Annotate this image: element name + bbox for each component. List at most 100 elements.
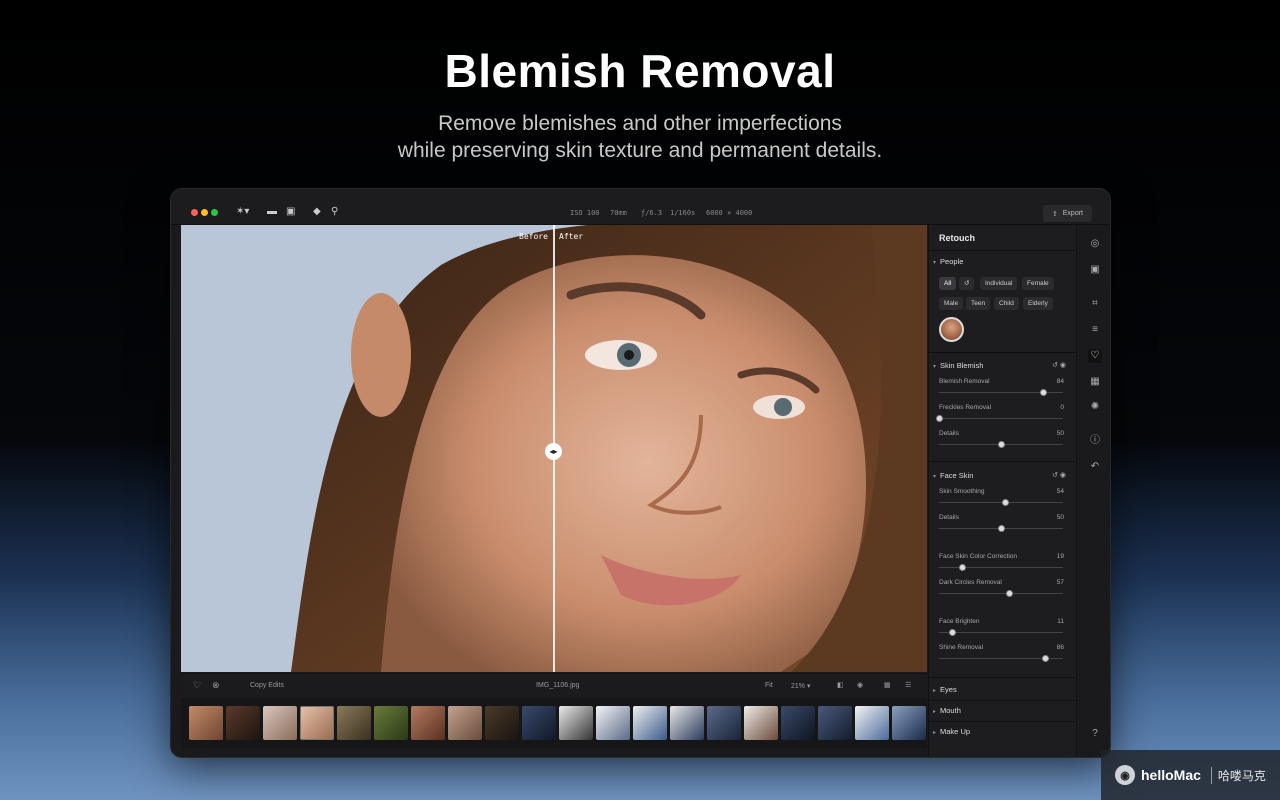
slider-knob-shine-removal[interactable] <box>1042 655 1050 662</box>
hero-title: Blemish Removal <box>444 45 836 97</box>
slider-value-blemish-removal: 84 <box>1056 378 1064 385</box>
thumbnail[interactable] <box>411 706 445 740</box>
thumbnail[interactable] <box>374 706 408 740</box>
gallery-icon[interactable]: ▣ <box>286 206 295 217</box>
thumbnail[interactable] <box>559 706 593 740</box>
slider-value-dark-circles-removal: 57 <box>1056 579 1064 586</box>
people-chip-teen[interactable]: Teen <box>966 297 991 310</box>
thumbnail[interactable] <box>448 706 482 740</box>
info-icon[interactable]: ⓘ <box>1088 434 1102 448</box>
section-people[interactable]: ▾ People <box>933 257 963 266</box>
thumbnail[interactable] <box>818 706 852 740</box>
reject-icon[interactable]: ⊗ <box>212 680 220 691</box>
section-eyes[interactable]: ▸ Eyes <box>933 685 957 694</box>
thumbnail[interactable] <box>263 706 297 740</box>
people-chip-child[interactable]: Child <box>994 297 1019 310</box>
thumbnail[interactable] <box>596 706 630 740</box>
skin-blemish-reset-visibility-icons[interactable]: ↺ ◉ <box>1052 361 1066 369</box>
preview-eye-icon[interactable]: ◉ <box>857 681 863 689</box>
layers-icon[interactable]: ◎ <box>1088 237 1102 251</box>
people-chip-individual[interactable]: Individual <box>980 277 1018 290</box>
people-chip-reset[interactable]: ↺ <box>959 277 975 290</box>
section-eyes-label: Eyes <box>940 685 957 694</box>
thumbnail[interactable] <box>485 706 519 740</box>
thumbnail[interactable] <box>855 706 889 740</box>
adjustments-icon[interactable]: ≡ <box>1088 323 1102 337</box>
sort-icon[interactable]: ☰ <box>905 681 911 689</box>
slider-track-dark-circles-removal[interactable] <box>939 593 1063 594</box>
thumbnail[interactable] <box>633 706 667 740</box>
slider-knob-blemish-removal[interactable] <box>1039 389 1047 396</box>
filename: IMG_1106.jpg <box>536 682 580 689</box>
section-make-up[interactable]: ▸ Make Up <box>933 727 970 736</box>
split-handle[interactable]: ◂▸ <box>545 443 562 460</box>
slider-track-face-brighten[interactable] <box>939 632 1063 633</box>
history-icon[interactable]: ↶ <box>1088 460 1102 474</box>
close-window-button[interactable] <box>191 209 198 216</box>
people-chip-male[interactable]: Male <box>939 297 964 310</box>
grid-icon[interactable]: ▦ <box>1088 375 1102 389</box>
help-icon[interactable]: ? <box>1088 727 1102 741</box>
thumbnail[interactable] <box>781 706 815 740</box>
slider-knob-face-skin-color-correction[interactable] <box>959 564 967 571</box>
slider-value-shine-removal: 86 <box>1056 644 1064 651</box>
meta-focal: 70mm <box>610 209 627 217</box>
photo-canvas[interactable]: Before After ◂▸ <box>181 225 927 672</box>
tool-rail: ◎ ▣ ⌗ ≡ ♡ ▦ ✺ ⓘ ↶ ? <box>1076 225 1110 757</box>
slider-knob-face-brighten[interactable] <box>949 629 957 636</box>
filmstrip-icon[interactable]: ▦ <box>884 681 891 689</box>
panel-title: Retouch <box>939 233 975 243</box>
people-chip-elderly[interactable]: Elderly <box>1023 297 1053 310</box>
titlebar: ✶▾ ▬ ▣ ◆ ⚲ ISO 100 70mm ƒ/6.3 1/160s 600… <box>171 189 1110 225</box>
export-button[interactable]: ⇪ Export <box>1042 205 1092 222</box>
people-chip-female[interactable]: Female <box>1022 277 1054 290</box>
slider-label-details: Details <box>939 430 959 437</box>
meta-shutter: 1/160s <box>670 209 696 217</box>
filmstrip <box>181 698 927 748</box>
section-face-skin[interactable]: ▾ Face Skin <box>933 471 973 480</box>
thumbnail[interactable] <box>189 706 223 740</box>
section-skin-blemish[interactable]: ▾ Skin Blemish <box>933 361 983 370</box>
crop-icon[interactable]: ⌗ <box>1088 297 1102 311</box>
thumbnail[interactable] <box>744 706 778 740</box>
copy-edits-button[interactable]: Copy Edits <box>250 682 284 689</box>
slider-track-face-skin-color-correction[interactable] <box>939 567 1063 568</box>
face-avatar[interactable] <box>939 317 964 342</box>
minimize-window-button[interactable] <box>201 209 208 216</box>
eraser-icon[interactable]: ◆ <box>313 206 321 217</box>
slider-knob-skin-smoothing[interactable] <box>1002 499 1010 506</box>
zoom-select[interactable]: 21% ▾ <box>791 682 810 690</box>
thumbnail[interactable] <box>300 706 334 740</box>
face-skin-reset-visibility-icons[interactable]: ↺ ◉ <box>1052 471 1066 479</box>
magic-wand-icon[interactable]: ✶▾ <box>236 206 249 217</box>
slider-label-shine-removal: Shine Removal <box>939 644 984 651</box>
slider-value-face-brighten: 11 <box>1057 618 1064 625</box>
section-make-up-label: Make Up <box>940 727 971 736</box>
thumbnail[interactable] <box>226 706 260 740</box>
thumbnail[interactable] <box>707 706 741 740</box>
slider-track-skin-smoothing[interactable] <box>939 502 1063 503</box>
thumbnail[interactable] <box>670 706 704 740</box>
slider-knob-freckles-removal[interactable] <box>935 415 943 422</box>
people-chip-all[interactable]: All <box>939 277 957 290</box>
slider-label-face-skin-color-correction: Face Skin Color Correction <box>939 553 1018 560</box>
effects-icon[interactable]: ✺ <box>1088 400 1102 414</box>
slider-knob-dark-circles-removal[interactable] <box>1006 590 1014 597</box>
thumbnail[interactable] <box>522 706 556 740</box>
compare-icon[interactable]: ◧ <box>837 681 844 689</box>
fit-button[interactable]: Fit <box>765 682 773 689</box>
retouch-icon[interactable]: ♡ <box>1088 349 1102 363</box>
zoom-window-button[interactable] <box>211 209 218 216</box>
slider-track-freckles-removal[interactable] <box>939 418 1063 419</box>
slider-knob-details[interactable] <box>997 441 1005 448</box>
section-mouth[interactable]: ▸ Mouth <box>933 706 961 715</box>
favorite-icon[interactable]: ♡ <box>193 680 201 691</box>
watermark-badge: ◉ helloMac 哈喽马克 <box>1101 750 1280 800</box>
thumbnail[interactable] <box>892 706 926 740</box>
masking-icon[interactable]: ▣ <box>1088 263 1102 277</box>
thumbnail[interactable] <box>337 706 371 740</box>
section-mouth-label: Mouth <box>940 706 961 715</box>
folder-icon[interactable]: ▬ <box>267 206 277 217</box>
slider-knob-face-details[interactable] <box>997 525 1005 532</box>
zoom-icon[interactable]: ⚲ <box>331 206 338 217</box>
